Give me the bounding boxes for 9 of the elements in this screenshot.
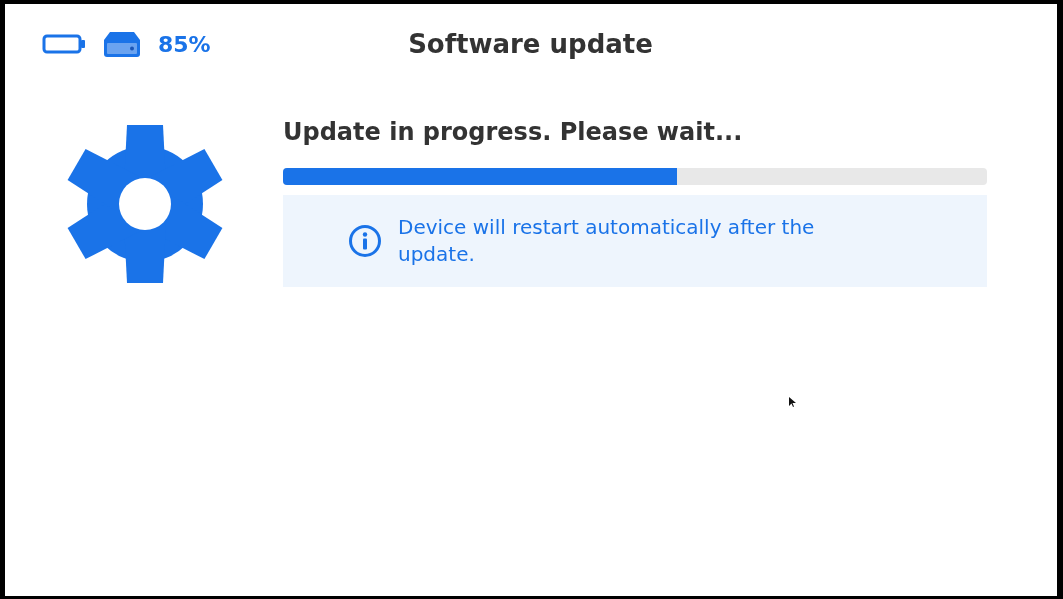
info-icon <box>348 224 382 258</box>
storage-drive-icon <box>102 30 142 58</box>
status-message: Update in progress. Please wait... <box>283 118 744 146</box>
battery-icon <box>42 33 86 55</box>
storage-percentage: 85% <box>158 31 211 57</box>
gear-icon <box>65 124 225 284</box>
screen-title: Software update <box>408 29 653 59</box>
mouse-pointer-icon <box>789 397 796 407</box>
info-text: Device will restart automatically after the update. <box>398 214 816 268</box>
